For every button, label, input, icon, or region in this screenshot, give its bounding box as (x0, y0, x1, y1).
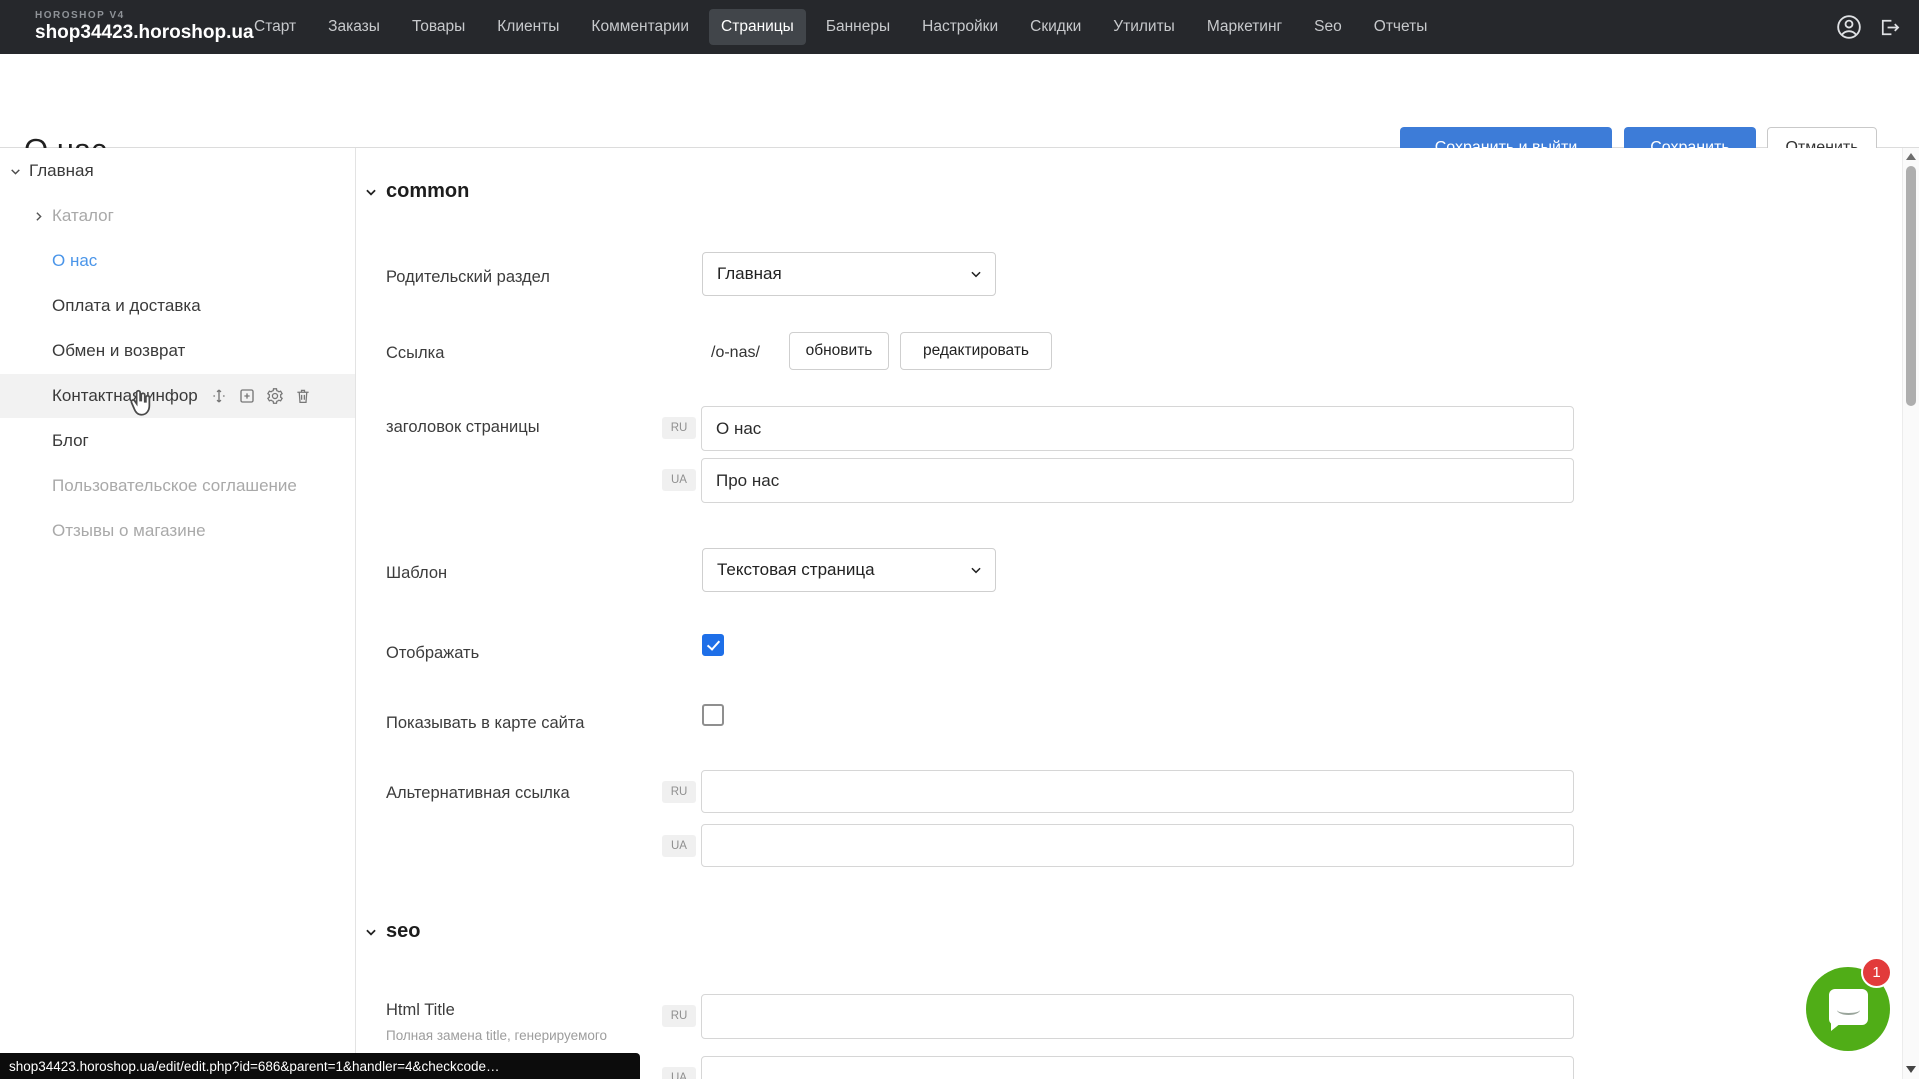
tree-item-actions (210, 387, 312, 405)
nav-item-pages[interactable]: Страницы (709, 9, 806, 45)
page-edit-form: common Родительский раздел Главная Ссылк… (356, 148, 1902, 1079)
link-preview-statusbar: shop34423.horoshop.ua/edit/edit.php?id=6… (0, 1053, 640, 1079)
vertical-scrollbar[interactable] (1902, 148, 1919, 1079)
lang-ru-badge: RU (662, 1005, 696, 1027)
page-header: О нас Сохранить и выйти Сохранить Отмени… (0, 54, 1919, 148)
display-label: Отображать (386, 644, 479, 663)
nav-item-clients[interactable]: Клиенты (485, 9, 571, 45)
tree-item-katalog[interactable]: Каталог (0, 194, 355, 238)
link-label: Ссылка (386, 344, 444, 363)
parent-section-select[interactable]: Главная (702, 252, 996, 296)
lang-ua-badge: UA (662, 469, 696, 491)
nav-item-start[interactable]: Старт (242, 9, 308, 45)
tree-item-label: О нас (52, 251, 97, 271)
tree-item-label: Каталог (52, 206, 114, 226)
top-navbar: HOROSHOP V4 shop34423.horoshop.ua Старт … (0, 0, 1919, 54)
alt-link-ru-input[interactable] (701, 770, 1574, 813)
html-title-ua-input[interactable] (701, 1056, 1574, 1079)
pages-tree-sidebar: Главная Каталог О нас Оплата и доставка … (0, 148, 356, 1079)
chevron-down-icon (969, 267, 983, 281)
section-common-title: common (386, 180, 469, 203)
status-url-text: shop34423.horoshop.ua/edit/edit.php?id=6… (9, 1059, 500, 1074)
template-select[interactable]: Текстовая страница (702, 548, 996, 592)
html-title-hint: Полная замена title, генерируемого (386, 1028, 607, 1043)
parent-section-label: Родительский раздел (386, 268, 550, 287)
page-heading-ru-input[interactable] (701, 406, 1574, 451)
tree-item-kontaktnaya[interactable]: Контактная инфор (0, 374, 355, 418)
parent-section-value: Главная (717, 264, 782, 284)
tree-item-label: Контактная инфор (52, 386, 198, 406)
nav-item-marketing[interactable]: Маркетинг (1195, 9, 1294, 45)
lang-ru-badge: RU (662, 417, 696, 439)
template-value: Текстовая страница (717, 560, 875, 580)
chevron-down-icon (969, 563, 983, 577)
section-seo-toggle[interactable]: seo (364, 920, 420, 943)
html-title-ru-input[interactable] (701, 994, 1574, 1039)
alt-link-label: Альтернативная ссылка (386, 784, 570, 803)
link-edit-button[interactable]: редактировать (900, 332, 1052, 370)
nav-item-products[interactable]: Товары (400, 9, 477, 45)
lang-ua-badge: UA (662, 835, 696, 857)
page-heading-ua-input[interactable] (701, 458, 1574, 503)
display-checkbox[interactable] (702, 634, 724, 656)
lang-ru-badge: RU (662, 781, 696, 803)
scrollbar-thumb[interactable] (1906, 166, 1916, 406)
lang-ua-badge: UA (662, 1067, 696, 1079)
scroll-up-arrow[interactable] (1906, 153, 1916, 160)
nav-item-settings[interactable]: Настройки (910, 9, 1010, 45)
tree-item-o-nas[interactable]: О нас (0, 239, 355, 283)
chat-bubble-icon (1829, 989, 1868, 1025)
tree-item-label: Оплата и доставка (52, 296, 201, 316)
logout-icon[interactable] (1878, 16, 1901, 39)
logo-version-label: HOROSHOP V4 (35, 10, 210, 21)
add-page-icon[interactable] (238, 387, 256, 405)
navbar-right-icons (1836, 0, 1901, 54)
tree-item-label: Главная (29, 161, 94, 181)
main-menu: Старт Заказы Товары Клиенты Комментарии … (238, 9, 1443, 45)
chevron-down-icon (364, 185, 378, 199)
section-common-toggle[interactable]: common (364, 180, 469, 203)
delete-trash-icon[interactable] (294, 387, 312, 405)
link-path-text: /o-nas/ (711, 344, 760, 362)
scroll-down-arrow[interactable] (1906, 1066, 1916, 1073)
nav-item-banners[interactable]: Баннеры (814, 9, 902, 45)
nav-item-seo[interactable]: Seo (1302, 9, 1354, 45)
tree-item-label: Блог (52, 431, 89, 451)
tree-item-glavnaya[interactable]: Главная (0, 149, 355, 193)
chevron-right-icon[interactable] (32, 210, 45, 223)
shop-domain-label: shop34423.horoshop.ua (35, 22, 210, 44)
section-seo-title: seo (386, 920, 420, 943)
chat-smile-icon (1837, 1005, 1860, 1015)
alt-link-ua-input[interactable] (701, 824, 1574, 867)
tree-item-oplata[interactable]: Оплата и доставка (0, 284, 355, 328)
sitemap-label: Показывать в карте сайта (386, 714, 584, 733)
tree-item-otzyvy[interactable]: Отзывы о магазине (0, 509, 355, 553)
tree-item-label: Отзывы о магазине (52, 521, 206, 541)
settings-gear-icon[interactable] (266, 387, 284, 405)
nav-item-orders[interactable]: Заказы (316, 9, 392, 45)
tree-item-soglashenie[interactable]: Пользовательское соглашение (0, 464, 355, 508)
nav-item-reports[interactable]: Отчеты (1362, 9, 1440, 45)
page-heading-label: заголовок страницы (386, 418, 540, 437)
nav-item-utilities[interactable]: Утилиты (1101, 9, 1187, 45)
nav-item-comments[interactable]: Комментарии (579, 9, 701, 45)
chevron-down-icon (364, 925, 378, 939)
nav-item-discounts[interactable]: Скидки (1018, 9, 1093, 45)
tree-item-blog[interactable]: Блог (0, 419, 355, 463)
account-icon[interactable] (1836, 14, 1862, 40)
link-refresh-button[interactable]: обновить (789, 332, 889, 370)
chat-unread-badge: 1 (1861, 957, 1892, 988)
tree-item-label: Обмен и возврат (52, 341, 185, 361)
move-icon[interactable] (210, 387, 228, 405)
html-title-label: Html Title (386, 1001, 455, 1020)
tree-item-label: Пользовательское соглашение (52, 476, 297, 496)
app-logo[interactable]: HOROSHOP V4 shop34423.horoshop.ua (35, 10, 210, 44)
chevron-down-icon[interactable] (9, 165, 22, 178)
tree-item-obmen[interactable]: Обмен и возврат (0, 329, 355, 373)
template-label: Шаблон (386, 564, 447, 583)
sitemap-checkbox[interactable] (702, 704, 724, 726)
